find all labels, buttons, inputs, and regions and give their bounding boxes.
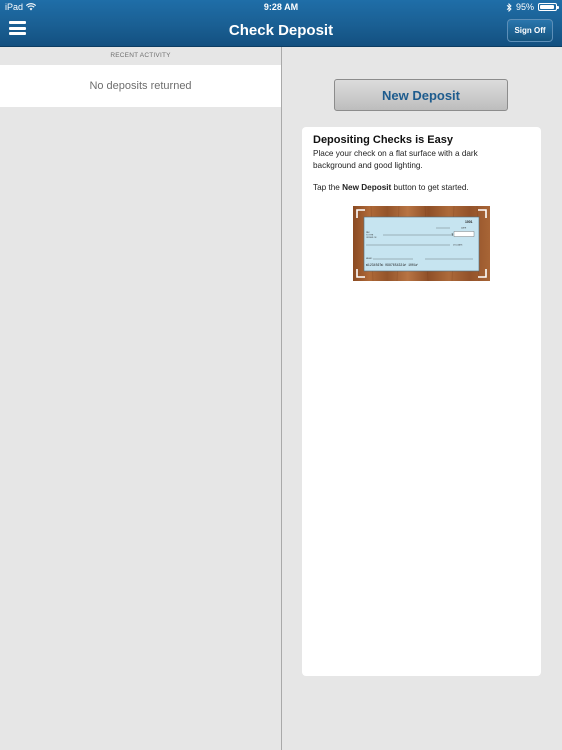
sign-off-button[interactable]: Sign Off: [507, 19, 553, 42]
empty-deposits-row: No deposits returned: [0, 65, 281, 107]
tip-bold: New Deposit: [342, 183, 392, 192]
empty-deposits-message: No deposits returned: [89, 80, 192, 92]
micr-line: ⑆1234567⑆ 0987654321⑈ 1001⑈: [366, 263, 418, 267]
instructions-card: Depositing Checks is Easy Place your che…: [302, 127, 541, 676]
status-bar: iPad 9:28 AM 95%: [0, 0, 562, 14]
new-deposit-button[interactable]: New Deposit: [334, 79, 508, 111]
status-time: 9:28 AM: [263, 2, 299, 12]
tip-suffix: button to get started.: [391, 183, 469, 192]
instructions-tip: Tap the New Deposit button to get starte…: [313, 183, 530, 192]
svg-text:DATE: DATE: [461, 227, 467, 230]
battery-icon: [538, 3, 559, 11]
tip-prefix: Tap the: [313, 183, 343, 192]
battery-level: [540, 5, 555, 9]
check-illustration: 1001 DATE $ PAY TO THE ORDER OF DOLLARS …: [353, 206, 490, 281]
recent-activity-panel: RECENT ACTIVITY No deposits returned: [0, 47, 281, 750]
svg-text:ORDER OF: ORDER OF: [366, 237, 377, 239]
instructions-title: Depositing Checks is Easy: [313, 134, 453, 146]
svg-text:DOLLARS: DOLLARS: [453, 244, 463, 247]
instructions-text: Place your check on a flat surface with …: [313, 149, 478, 170]
status-right: 95%: [506, 2, 559, 12]
panel-divider: [281, 47, 282, 750]
svg-text:MEMO: MEMO: [366, 258, 373, 260]
top-bar: iPad 9:28 AM 95% Check Deposit Sign Off: [0, 0, 562, 47]
recent-activity-header: RECENT ACTIVITY: [110, 52, 171, 59]
battery-percent: 95%: [515, 2, 534, 12]
check-number: 1001: [465, 220, 473, 224]
page-title: Check Deposit: [228, 22, 334, 39]
bluetooth-icon: [506, 2, 512, 12]
